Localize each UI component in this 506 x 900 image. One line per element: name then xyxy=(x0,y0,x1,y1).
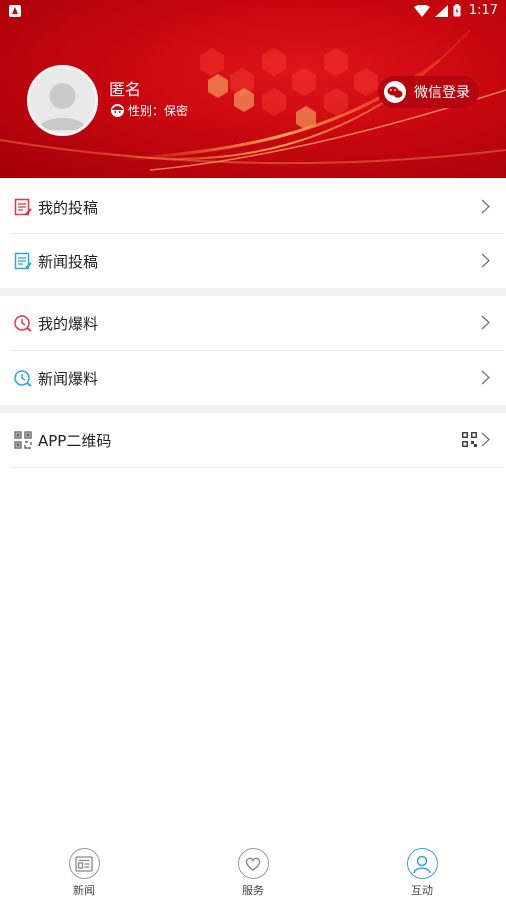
section-gap xyxy=(0,288,506,296)
menu-item-app-qrcode[interactable]: APP二维码 xyxy=(11,413,504,467)
menu-label-my-tips: 我的爆料 xyxy=(38,314,99,333)
wechat-icon xyxy=(384,81,406,103)
username: 匿名 xyxy=(109,80,142,99)
menu-label-my-submissions: 我的投稿 xyxy=(38,198,99,217)
newspaper-icon xyxy=(68,848,100,879)
menu-item-news-submission[interactable]: 新闻投稿 xyxy=(11,234,504,288)
clock-red-icon xyxy=(13,313,33,333)
wechat-login-button[interactable]: 微信登录 xyxy=(378,76,479,108)
screen: 1:17 匿名 性别：保密 微信登录 我的投稿 新闻投稿 我的爆料 新闻爆料 A… xyxy=(0,0,506,900)
profile-header: 1:17 匿名 性别：保密 微信登录 xyxy=(0,0,506,178)
wechat-login-label: 微信登录 xyxy=(414,85,470,101)
gender-info: 性别：保密 xyxy=(110,102,188,119)
qrcode-small-icon xyxy=(462,432,477,447)
chevron-right-icon xyxy=(481,315,490,330)
menu-label-app-qrcode: APP二维码 xyxy=(38,431,112,450)
heart-icon xyxy=(237,848,269,879)
clock-blue-icon xyxy=(13,368,33,388)
chevron-right-icon xyxy=(481,199,490,214)
menu-item-news-tips[interactable]: 新闻爆料 xyxy=(11,351,504,405)
status-time: 1:17 xyxy=(468,3,498,18)
tab-news[interactable]: 新闻 xyxy=(54,848,114,898)
tab-interaction[interactable]: 互动 xyxy=(392,848,452,898)
qrcode-icon xyxy=(13,430,33,450)
notification-icon xyxy=(9,5,21,17)
avatar[interactable] xyxy=(27,65,98,136)
submission-red-icon xyxy=(13,197,33,217)
section-gap xyxy=(0,405,506,413)
menu-item-my-submissions[interactable]: 我的投稿 xyxy=(11,180,504,234)
battery-icon xyxy=(453,4,461,17)
wifi-icon xyxy=(413,4,430,17)
chevron-right-icon xyxy=(481,370,490,385)
default-avatar-icon xyxy=(38,83,87,130)
tab-label-news: 新闻 xyxy=(73,884,95,897)
tab-service[interactable]: 服务 xyxy=(223,848,283,898)
chevron-right-icon xyxy=(481,253,490,268)
gender-text: 性别：保密 xyxy=(128,104,189,118)
tab-label-service: 服务 xyxy=(242,884,264,897)
gender-face-icon xyxy=(111,104,124,117)
menu-label-news-tips: 新闻爆料 xyxy=(38,369,99,388)
submission-blue-icon xyxy=(13,251,33,271)
menu-label-news-submission: 新闻投稿 xyxy=(38,252,99,271)
signal-icon xyxy=(434,4,448,17)
bottom-tab-bar: 新闻 服务 互动 xyxy=(0,838,506,900)
menu-item-my-tips[interactable]: 我的爆料 xyxy=(11,296,504,350)
status-bar: 1:17 xyxy=(0,0,506,24)
divider xyxy=(11,467,504,468)
chevron-right-icon xyxy=(481,432,490,447)
user-icon xyxy=(406,848,438,879)
tab-label-interaction: 互动 xyxy=(411,884,433,897)
